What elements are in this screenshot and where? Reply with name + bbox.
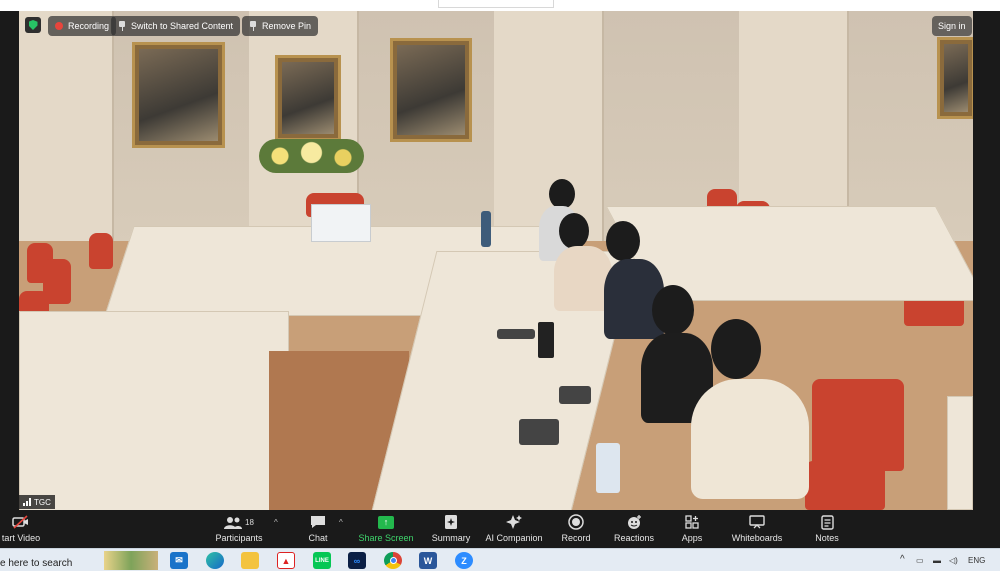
remove-pin-label: Remove Pin [262,21,312,31]
line-icon[interactable]: LINE [313,552,331,569]
edge-icon[interactable] [206,552,224,569]
microphone-base [559,386,591,404]
video-feed[interactable] [19,11,973,510]
summary-label: Summary [431,533,471,543]
participant-head [652,285,694,335]
participant-head [549,179,575,209]
participants-count: 18 [245,517,254,527]
record-icon [568,514,584,530]
chat-caret-icon[interactable]: ^ [339,518,343,527]
share-screen-button[interactable]: ↑ Share Screen [358,514,414,546]
notes-icon [820,514,834,530]
microphone-base [497,329,535,339]
water-bottle [481,211,491,247]
chat-button[interactable]: Chat [300,514,336,546]
reactions-label: Reactions [613,533,655,543]
chair [812,379,904,471]
share-screen-label: Share Screen [358,533,414,543]
ai-companion-button[interactable]: AI Companion [484,514,544,546]
pdf-icon[interactable]: ▲ [277,552,295,569]
file-explorer-icon[interactable] [241,552,259,569]
pin-icon [249,21,257,31]
signal-bars-icon [23,498,31,506]
chat-label: Chat [308,533,328,543]
reactions-button[interactable]: Reactions [612,514,656,546]
side-table [947,396,973,510]
mail-icon[interactable]: ✉ [170,552,188,569]
switch-to-shared-content-button[interactable]: Switch to Shared Content [111,16,241,36]
participant [691,379,809,499]
participant-head [606,221,640,261]
participant-head [711,319,761,379]
language-indicator[interactable]: ENG [968,556,985,565]
portrait-frame [390,38,472,142]
zoom-icon[interactable]: Z [455,552,473,569]
windows-taskbar: e here to search ✉ ▲ LINE ∞ W Z ^ ▭ ▬ ◁)… [0,548,1000,571]
participant-name: TGC [34,497,51,507]
reactions-icon [626,514,642,530]
start-video-button[interactable]: tart Video [0,514,42,546]
summary-icon [444,514,458,530]
zoom-workplace-icon[interactable]: ∞ [348,552,366,569]
notes-label: Notes [815,533,839,543]
top-floating-tab[interactable] [438,0,554,8]
summary-button[interactable]: Summary [428,514,474,546]
participants-icon: 18 [224,514,254,530]
laptop [311,204,371,242]
apps-button[interactable]: Apps [676,514,708,546]
whiteboard-icon [749,514,765,530]
participants-caret-icon[interactable]: ^ [274,518,278,527]
cup [538,322,554,358]
zoom-meeting-window: Recording Switch to Shared Content Remov… [0,0,1000,571]
notes-button[interactable]: Notes [810,514,844,546]
participants-label: Participants [215,533,263,543]
sign-in-button[interactable]: Sign in [932,16,972,36]
chair [89,233,113,269]
video-off-icon [12,514,30,530]
onedrive-icon[interactable]: ▭ [916,556,924,565]
cup [596,443,620,493]
switch-label: Switch to Shared Content [131,21,234,31]
remove-pin-button[interactable]: Remove Pin [242,16,319,36]
meeting-toolbar: tart Video 18 Participants ^ Chat ^ ↑ Sh… [0,510,1000,548]
chair [805,461,885,510]
recording-indicator[interactable]: Recording [48,16,117,36]
tray-overflow-caret[interactable]: ^ [900,554,905,565]
portrait-frame [275,55,341,141]
flower-arrangement [259,139,364,173]
portrait-frame [132,42,225,148]
encryption-shield-icon[interactable] [25,17,41,33]
conference-table [19,311,289,510]
recording-label: Recording [68,21,110,31]
whiteboards-button[interactable]: Whiteboards [728,514,786,546]
portrait-frame [937,37,973,119]
apps-icon [685,514,699,530]
apps-label: Apps [681,533,703,543]
search-highlight-image [104,551,158,570]
word-icon[interactable]: W [419,552,437,569]
video-margin-right [973,11,1000,510]
ai-companion-icon [505,514,523,530]
ai-companion-label: AI Companion [485,533,543,543]
record-label: Record [561,533,591,543]
share-screen-icon: ↑ [378,514,394,530]
start-video-label: tart Video [1,533,41,543]
participant-head [559,213,589,249]
recording-dot-icon [55,22,63,30]
network-icon[interactable]: ▬ [933,556,941,565]
chat-icon [310,514,326,530]
pin-icon [118,21,126,31]
video-margin-left [0,11,19,510]
participants-button[interactable]: 18 Participants [212,514,266,546]
record-button[interactable]: Record [556,514,596,546]
microphone-base [519,419,559,445]
whiteboards-label: Whiteboards [731,533,783,543]
participant-name-tag: TGC [19,495,55,509]
chrome-icon[interactable] [384,552,402,569]
volume-icon[interactable]: ◁) [949,556,958,565]
wall-panel [19,11,114,241]
taskbar-search-box[interactable]: e here to search [0,558,72,569]
